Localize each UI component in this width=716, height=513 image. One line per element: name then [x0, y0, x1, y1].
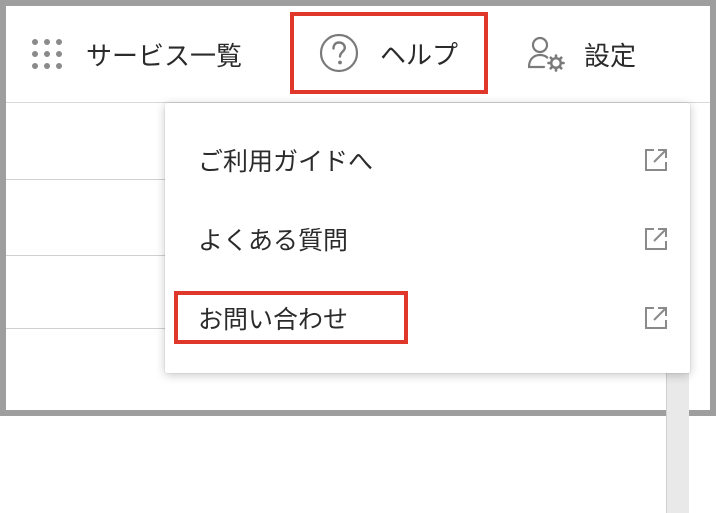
- help-menu-button[interactable]: ヘルプ: [318, 33, 458, 73]
- menu-item-label: ご利用ガイドへ: [198, 147, 374, 176]
- menu-item-faq[interactable]: よくある質問: [165, 199, 690, 279]
- services-label: サービス一覧: [86, 41, 243, 72]
- services-menu-button[interactable]: サービス一覧: [30, 34, 242, 74]
- settings-label: 設定: [584, 41, 637, 72]
- top-navigation-bar: サービス一覧 ヘルプ 設定: [6, 6, 710, 103]
- menu-item-label: よくある質問: [198, 226, 349, 255]
- help-label: ヘルプ: [380, 40, 459, 71]
- menu-item-label: お問い合わせ: [198, 305, 349, 334]
- divider: [6, 179, 166, 180]
- help-circle-icon: [319, 33, 359, 73]
- divider: [6, 328, 166, 329]
- menu-item-contact[interactable]: お問い合わせ: [165, 278, 690, 358]
- grid-icon: [32, 39, 62, 69]
- external-link-icon: [645, 149, 667, 171]
- external-link-icon: [645, 307, 667, 329]
- settings-button[interactable]: 設定: [526, 34, 636, 74]
- menu-item-user-guide[interactable]: ご利用ガイドへ: [165, 120, 690, 200]
- scrollbar[interactable]: [666, 353, 689, 513]
- help-dropdown-menu: ご利用ガイドへ よくある質問 お問い合わせ: [165, 103, 690, 373]
- divider: [6, 255, 166, 256]
- external-link-icon: [645, 228, 667, 250]
- user-settings-icon: [527, 36, 565, 72]
